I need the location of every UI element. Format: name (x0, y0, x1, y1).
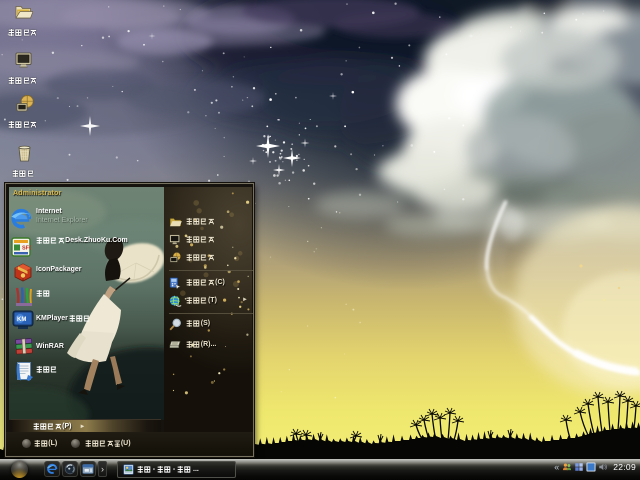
svg-text:KM: KM (17, 317, 26, 323)
svg-text:SFC: SFC (22, 246, 31, 252)
